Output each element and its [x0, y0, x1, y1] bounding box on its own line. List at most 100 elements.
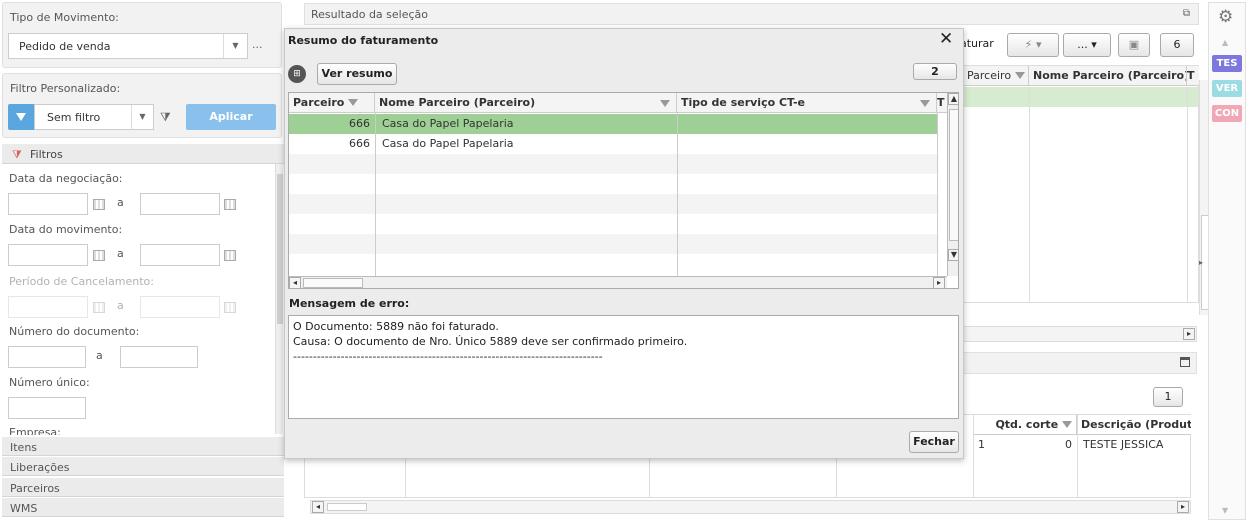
dots-label: ... [1077, 38, 1088, 51]
tipo-movimento-value: Pedido de venda [19, 40, 111, 53]
expand-arrow-icon[interactable]: ▸ [1199, 258, 1203, 267]
data-movimento-start[interactable] [8, 244, 88, 266]
main-grid: Parceiro Nome Parceiro (Parceiro) T [963, 65, 1199, 303]
scroll-thumb[interactable] [327, 503, 367, 511]
row1-nome: Casa do Papel Papelaria [382, 117, 514, 130]
table-row[interactable] [963, 87, 1198, 107]
bottom-grid-hscroll[interactable]: ◂ ▸ [310, 500, 1191, 514]
calendar-icon[interactable] [93, 199, 105, 210]
maximize-icon[interactable] [1180, 357, 1190, 367]
lightning-button[interactable]: ⚡ ▾ [1007, 33, 1059, 57]
periodo-cancelamento-label: Período de Cancelamento: [9, 275, 154, 288]
col-nome-parceiro[interactable]: Nome Parceiro (Parceiro) [375, 93, 677, 113]
faturar-button[interactable]: aturar [960, 33, 1000, 57]
chevron-down-icon[interactable]: ▼ [1222, 506, 1228, 515]
chevron-up-icon[interactable]: ▲ [1222, 38, 1228, 47]
scroll-left-arrow[interactable]: ◂ [312, 501, 324, 513]
scroll-right-arrow[interactable]: ▸ [1183, 328, 1195, 340]
main-grid-header: Parceiro Nome Parceiro (Parceiro) T [963, 66, 1199, 86]
col-t[interactable]: T [1187, 66, 1199, 86]
periodo-cancelamento-start[interactable] [8, 296, 88, 318]
scroll-left-arrow[interactable]: ◂ [289, 277, 301, 288]
periodo-cancelamento-end[interactable] [140, 296, 220, 318]
bottom-grid-header: Qtd. corte Descrição (Produto) [973, 415, 1191, 435]
scroll-up-arrow[interactable]: ▲ [948, 93, 958, 105]
scroll-thumb[interactable] [277, 174, 283, 324]
calendar-icon[interactable] [224, 302, 236, 313]
range-separator: a [117, 247, 124, 260]
erro-line: Causa: O documento de Nro. Único 5889 de… [293, 335, 688, 348]
filter-icon-button[interactable] [8, 104, 34, 130]
window-button[interactable]: ▣ [1118, 33, 1150, 57]
col-parceiro[interactable]: Parceiro [963, 66, 1029, 86]
calendar-icon[interactable] [93, 250, 105, 261]
numero-documento-start[interactable] [8, 346, 86, 368]
erro-textarea[interactable]: O Documento: 5889 não foi faturado. Caus… [288, 315, 959, 419]
gear-icon[interactable]: ⚙ [1218, 7, 1233, 27]
section-itens[interactable]: Itens [2, 436, 284, 456]
calendar-icon[interactable] [93, 302, 105, 313]
tag-ver[interactable]: VER [1212, 80, 1242, 97]
col-tipo-servico[interactable]: Tipo de serviço CT-e [677, 93, 937, 113]
filtro-label: Filtro Personalizado: [10, 82, 121, 95]
row2-tipo [679, 134, 935, 154]
numero-unico-input[interactable] [8, 397, 86, 419]
col-nome-parceiro[interactable]: Nome Parceiro (Parceiro) [1029, 66, 1187, 86]
more-actions-button[interactable]: ... ▾ [1063, 33, 1111, 57]
section-parceiros[interactable]: Parceiros [2, 477, 284, 497]
tag-tes[interactable]: TES [1212, 55, 1242, 72]
table-row[interactable] [289, 234, 937, 254]
fechar-button[interactable]: Fechar [909, 431, 959, 453]
aplicar-button[interactable]: Aplicar [186, 104, 276, 130]
scroll-down-arrow[interactable]: ▼ [948, 249, 958, 261]
calendar-icon[interactable] [224, 250, 236, 261]
numero-documento-end[interactable] [120, 346, 198, 368]
row1-tipo [679, 114, 935, 134]
data-movimento-label: Data do movimento: [9, 223, 123, 236]
scroll-thumb[interactable] [949, 109, 958, 241]
tipo-movimento-select[interactable]: Pedido de venda ▼ [8, 33, 248, 59]
grid-settings-icon[interactable]: ⊞ [288, 65, 306, 83]
modal-grid-hscroll[interactable]: ◂ ▸ [289, 276, 947, 288]
calendar-icon[interactable] [224, 199, 236, 210]
col-t[interactable]: T [937, 93, 947, 113]
filtro-select[interactable]: Sem filtro ▼ [34, 104, 154, 130]
filter-remove-icon: ⧩ [12, 148, 22, 161]
restore-icon[interactable]: ⧉ [1183, 8, 1190, 19]
table-row[interactable] [289, 194, 937, 214]
close-icon[interactable]: ✕ [939, 29, 953, 49]
scroll-right-arrow[interactable]: ▸ [933, 277, 945, 288]
col-parceiro[interactable]: Parceiro [289, 93, 375, 113]
col-descricao[interactable]: Descrição (Produto) [1077, 415, 1191, 435]
filtros-header[interactable]: ⧩ Filtros [2, 144, 284, 164]
range-separator: a [96, 349, 103, 362]
bottom-cell-desc: TESTE JESSICA [1083, 438, 1164, 451]
more-options-button[interactable]: ... [252, 38, 263, 51]
section-wms[interactable]: WMS [2, 497, 284, 517]
table-row[interactable] [289, 154, 937, 174]
data-movimento-end[interactable] [140, 244, 220, 266]
chevron-down-icon: ▼ [223, 34, 247, 58]
count-top-badge: 6 [1160, 33, 1194, 57]
scroll-right-arrow[interactable]: ▸ [1177, 501, 1189, 513]
range-separator: a [117, 299, 124, 312]
modal-grid-vscroll[interactable]: ▲ ▼ [947, 93, 958, 276]
section-liberacoes[interactable]: Liberações [2, 456, 284, 476]
data-negociacao-end[interactable] [140, 193, 220, 215]
filtro-value: Sem filtro [47, 111, 101, 124]
data-negociacao-start[interactable] [8, 193, 88, 215]
resultado-header: Resultado da seleção ⧉ [304, 3, 1199, 25]
scroll-thumb[interactable] [303, 278, 363, 288]
filters-scrollbar[interactable] [275, 164, 283, 434]
col-qtd-corte[interactable]: Qtd. corte [973, 415, 1077, 435]
row1-parceiro: 666 [349, 117, 370, 130]
modal-count-badge: 2 [913, 63, 957, 80]
numero-documento-label: Número do documento: [9, 325, 140, 338]
tag-con[interactable]: CON [1212, 105, 1242, 122]
bottom-count-badge: 1 [1153, 387, 1183, 407]
data-negociacao-label: Data da negociação: [9, 172, 123, 185]
empresa-label: Empresa: [9, 426, 61, 435]
main-grid-hscroll[interactable]: ▸ [963, 326, 1197, 342]
clear-filter-icon[interactable]: ⧩ [160, 110, 174, 124]
ver-resumo-button[interactable]: Ver resumo [317, 63, 397, 85]
